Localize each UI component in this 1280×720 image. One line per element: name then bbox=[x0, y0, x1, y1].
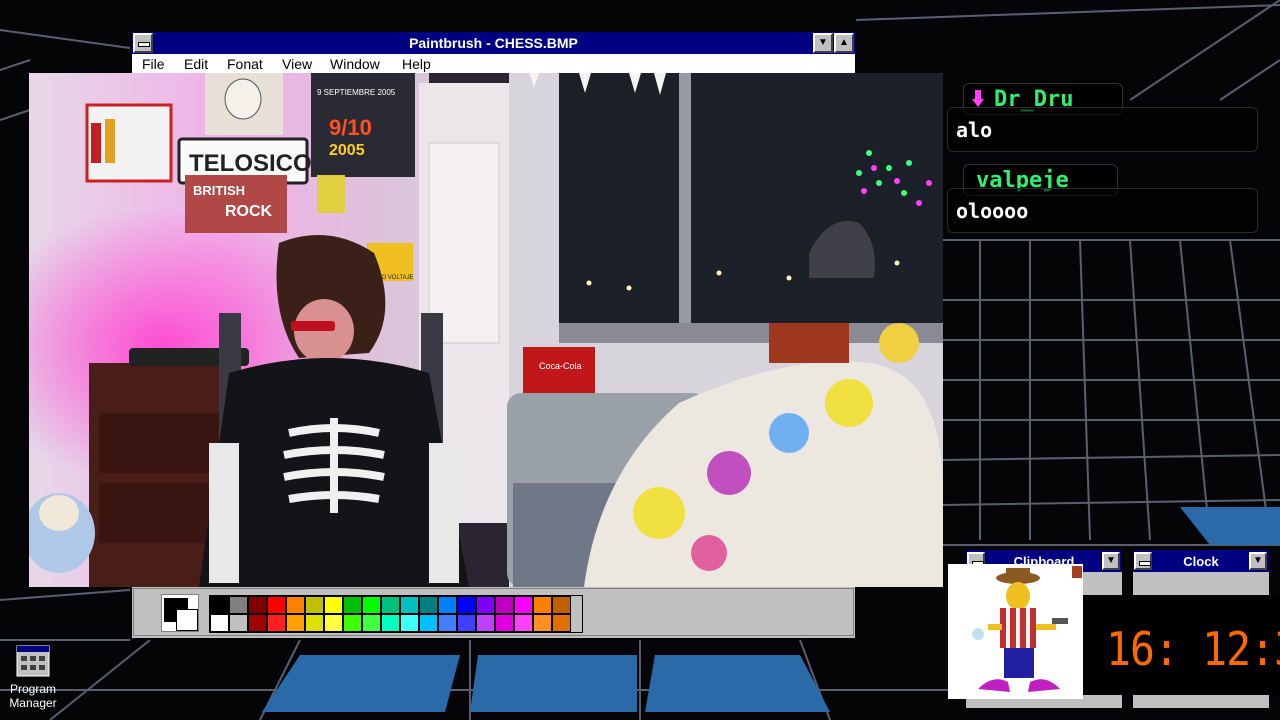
color-swatch[interactable] bbox=[381, 614, 400, 632]
color-swatch[interactable] bbox=[343, 596, 362, 614]
poster-year: 2005 bbox=[329, 142, 365, 159]
color-swatch[interactable] bbox=[438, 596, 457, 614]
color-swatch[interactable] bbox=[343, 614, 362, 632]
color-swatch[interactable] bbox=[267, 614, 286, 632]
background-color[interactable] bbox=[176, 609, 198, 631]
color-swatch[interactable] bbox=[362, 614, 381, 632]
coke-label: Coca-Cola bbox=[539, 361, 582, 371]
program-manager-label[interactable]: Program Manager bbox=[2, 682, 64, 710]
british-sign-text: BRITISH bbox=[193, 183, 245, 198]
webcam-canvas: 9/10 2005 9 SEPTIEMBRE 2005 TELOSICO BRI… bbox=[29, 73, 943, 587]
maximize-button[interactable]: ▲ bbox=[834, 33, 854, 53]
color-swatch[interactable] bbox=[514, 596, 533, 614]
color-swatch[interactable] bbox=[495, 596, 514, 614]
chat-message-box-2: oloooo bbox=[947, 188, 1258, 233]
program-manager-label-line1: Program bbox=[9, 682, 56, 696]
window-night bbox=[559, 73, 943, 343]
menu-view[interactable]: View bbox=[282, 56, 312, 72]
color-swatch[interactable] bbox=[533, 596, 552, 614]
color-swatch[interactable] bbox=[419, 596, 438, 614]
color-swatch[interactable] bbox=[457, 614, 476, 632]
street-sign-text: TELOSICO bbox=[189, 150, 312, 177]
color-swatch[interactable] bbox=[381, 596, 400, 614]
chat-message-1: alo bbox=[956, 118, 993, 142]
sword-icon bbox=[972, 90, 984, 107]
menu-help[interactable]: Help bbox=[402, 56, 431, 72]
clock-minimize-button[interactable]: ▼ bbox=[1249, 552, 1267, 570]
menu-window[interactable]: Window bbox=[330, 56, 380, 72]
title-bar[interactable]: Paintbrush - CHESS.BMP ▼ ▲ bbox=[132, 32, 855, 54]
color-swatch[interactable] bbox=[400, 614, 419, 632]
color-swatch[interactable] bbox=[286, 596, 305, 614]
color-swatch[interactable] bbox=[286, 614, 305, 632]
poster-header: 9 SEPTIEMBRE 2005 bbox=[317, 88, 396, 97]
chat-message-box-1: alo bbox=[947, 107, 1258, 152]
color-swatch[interactable] bbox=[495, 614, 514, 632]
rock-sign-text: ROCK bbox=[225, 203, 273, 220]
menu-edit[interactable]: Edit bbox=[184, 56, 208, 72]
color-swatch[interactable] bbox=[362, 596, 381, 614]
menu-file[interactable]: File bbox=[142, 56, 165, 72]
color-swatch[interactable] bbox=[514, 614, 533, 632]
clock-time: 16: 12:30 bbox=[1106, 622, 1280, 676]
clock-title-bar[interactable]: Clock ▼ bbox=[1133, 550, 1269, 572]
color-swatch[interactable] bbox=[552, 614, 571, 632]
color-swatch[interactable] bbox=[229, 596, 248, 614]
color-swatch[interactable] bbox=[229, 614, 248, 632]
window-title: Paintbrush - CHESS.BMP bbox=[409, 35, 578, 51]
poster-date: 9/10 bbox=[329, 115, 372, 140]
cowboy-sticker bbox=[948, 564, 1083, 699]
coca-cola-chair bbox=[523, 347, 595, 395]
color-swatch[interactable] bbox=[552, 596, 571, 614]
color-swatch[interactable] bbox=[476, 596, 495, 614]
color-swatch[interactable] bbox=[210, 614, 229, 632]
color-swatches bbox=[209, 595, 583, 633]
menu-font[interactable]: Fonat bbox=[227, 56, 263, 72]
clipboard-minimize-button[interactable]: ▼ bbox=[1102, 552, 1120, 570]
color-swatch[interactable] bbox=[267, 596, 286, 614]
color-selection[interactable] bbox=[161, 594, 199, 632]
color-swatch[interactable] bbox=[419, 614, 438, 632]
color-palette-bar bbox=[133, 588, 854, 636]
menu-bar: File Edit Fonat View Window Help bbox=[132, 54, 855, 74]
minimize-button[interactable]: ▼ bbox=[813, 33, 833, 53]
color-swatch[interactable] bbox=[305, 596, 324, 614]
color-swatch[interactable] bbox=[210, 596, 229, 614]
color-swatch[interactable] bbox=[248, 614, 267, 632]
color-swatch[interactable] bbox=[324, 614, 343, 632]
chat-message-2: oloooo bbox=[956, 199, 1029, 223]
color-swatch[interactable] bbox=[476, 614, 495, 632]
color-swatch[interactable] bbox=[457, 596, 476, 614]
program-manager-icon[interactable] bbox=[16, 644, 50, 678]
color-swatch[interactable] bbox=[533, 614, 552, 632]
color-swatch[interactable] bbox=[400, 596, 419, 614]
color-swatch[interactable] bbox=[324, 596, 343, 614]
color-swatch[interactable] bbox=[438, 614, 457, 632]
color-swatch[interactable] bbox=[248, 596, 267, 614]
program-manager-label-line2: Manager bbox=[9, 696, 57, 710]
color-swatch[interactable] bbox=[305, 614, 324, 632]
